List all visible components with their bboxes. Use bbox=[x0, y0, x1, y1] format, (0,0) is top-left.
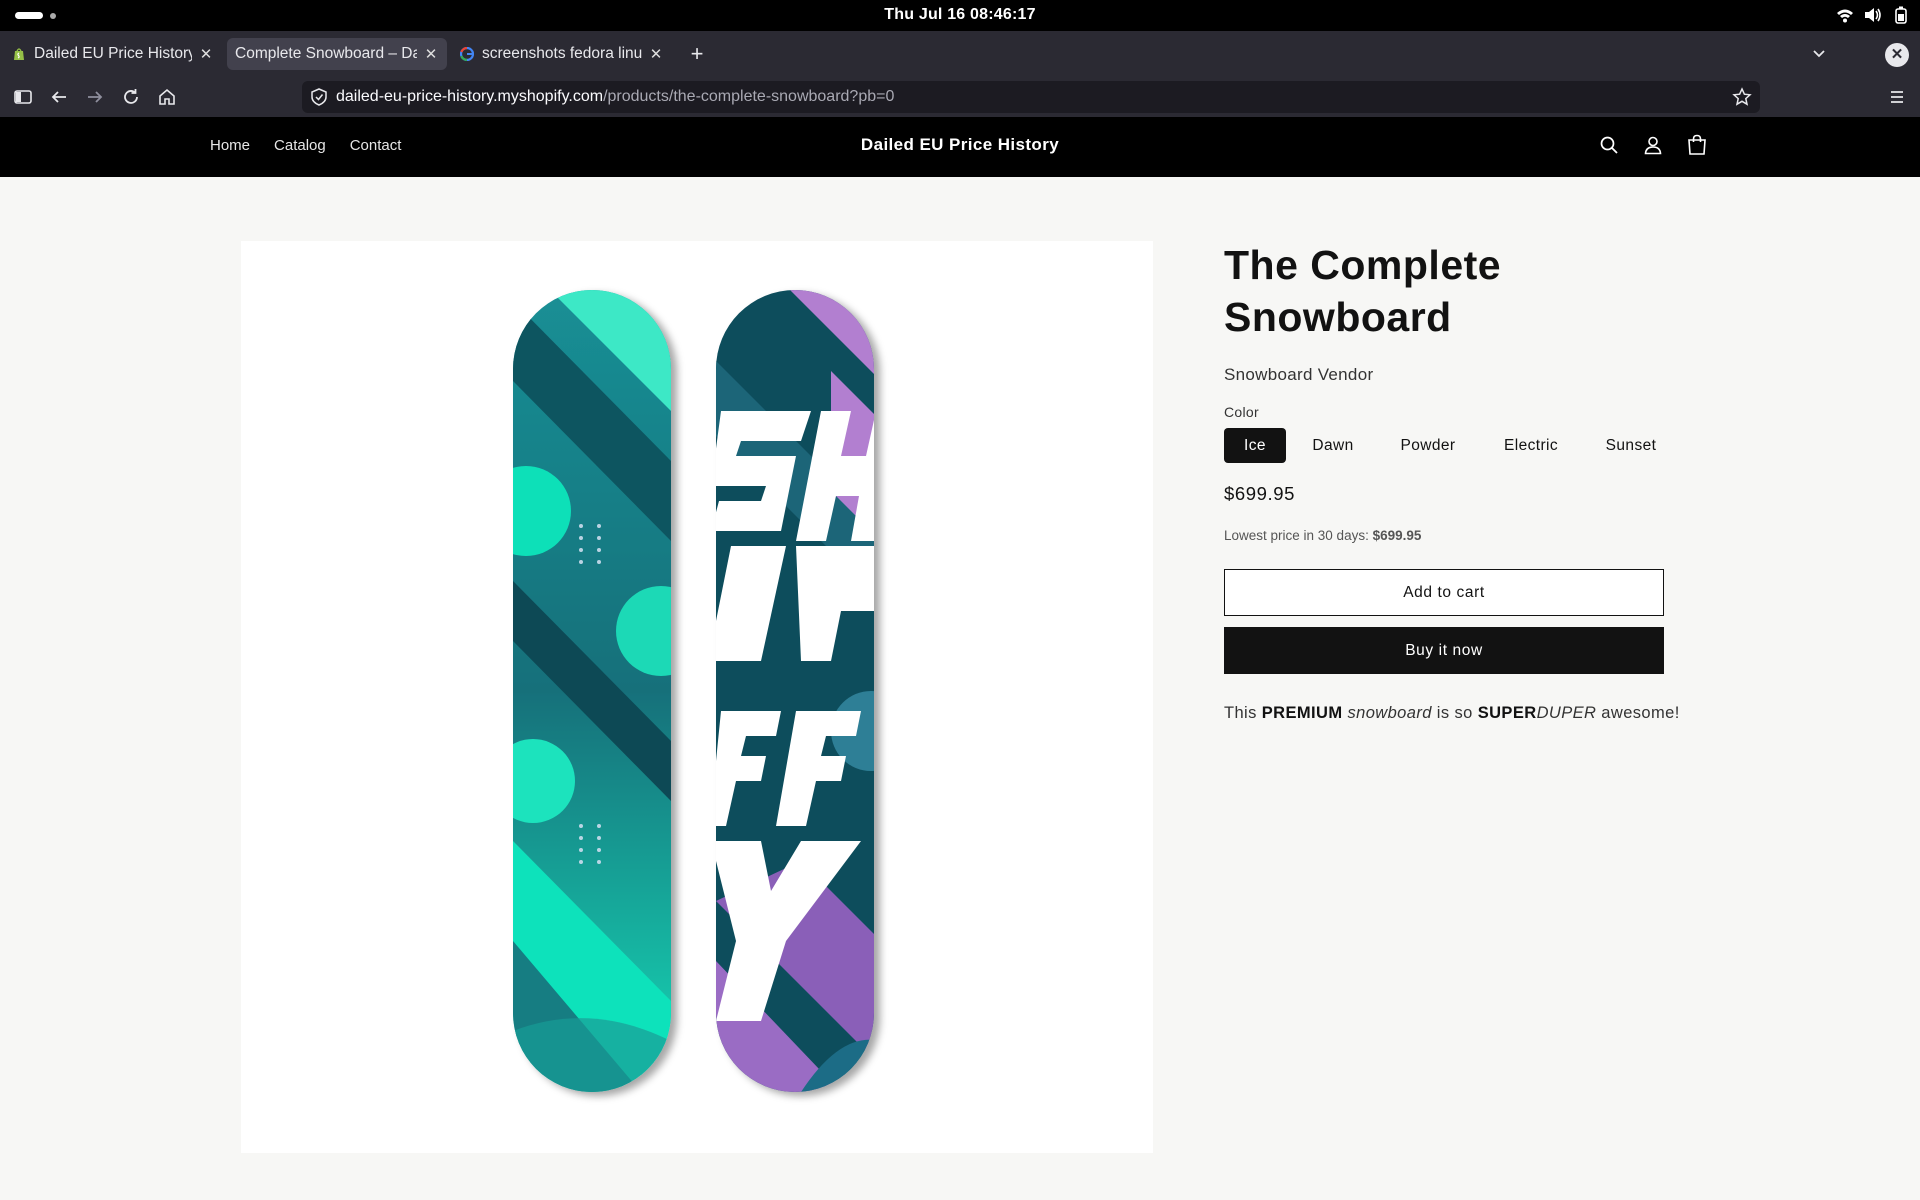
close-tab-icon[interactable]: ✕ bbox=[648, 45, 664, 63]
tab-complete-snowboard[interactable]: Complete Snowboard – Dai ✕ bbox=[227, 38, 447, 70]
lowest-price-label: Lowest price in 30 days: bbox=[1224, 528, 1369, 543]
product-price: $699.95 bbox=[1224, 483, 1296, 504]
color-option-powder[interactable]: Powder bbox=[1380, 428, 1476, 463]
new-tab-button[interactable]: + bbox=[684, 41, 710, 67]
product-image[interactable] bbox=[241, 241, 1153, 1153]
window-close-button[interactable]: ✕ bbox=[1885, 43, 1909, 67]
desc-bold: SUPER bbox=[1477, 704, 1537, 722]
color-option-ice[interactable]: Ice bbox=[1224, 428, 1286, 463]
url-host: dailed-eu-price-history.myshopify.com bbox=[336, 88, 604, 105]
product-info: The Complete Snowboard Snowboard Vendor … bbox=[1224, 239, 1684, 723]
right-snowboard bbox=[716, 290, 874, 1092]
lowest-price-value: $699.95 bbox=[1372, 528, 1422, 543]
left-snowboard bbox=[513, 290, 671, 1092]
product-description: This PREMIUM snowboard is so SUPERDUPER … bbox=[1224, 704, 1684, 723]
shield-icon[interactable] bbox=[310, 88, 328, 106]
desc-text: awesome! bbox=[1596, 704, 1680, 722]
product-title: The Complete Snowboard bbox=[1224, 242, 1502, 340]
color-label: Color bbox=[1224, 404, 1259, 420]
close-tab-icon[interactable]: ✕ bbox=[198, 45, 214, 63]
close-tab-icon[interactable]: ✕ bbox=[423, 45, 439, 63]
google-icon bbox=[459, 46, 475, 62]
tab-title: Complete Snowboard – Dai bbox=[235, 45, 417, 62]
back-arrow-icon[interactable] bbox=[47, 85, 71, 109]
color-option-electric[interactable]: Electric bbox=[1483, 428, 1579, 463]
battery-icon bbox=[1892, 6, 1910, 24]
wifi-icon bbox=[1836, 6, 1854, 24]
header-icons bbox=[1598, 133, 1708, 157]
cart-icon[interactable] bbox=[1686, 133, 1708, 157]
search-icon[interactable] bbox=[1598, 133, 1620, 157]
buy-it-now-button[interactable]: Buy it now bbox=[1224, 627, 1664, 674]
bookmark-star-icon[interactable] bbox=[1732, 87, 1752, 107]
shopify-icon bbox=[12, 47, 26, 61]
color-option-dawn[interactable]: Dawn bbox=[1293, 428, 1373, 463]
volume-icon bbox=[1864, 6, 1882, 24]
chevron-down-icon[interactable] bbox=[1808, 43, 1830, 65]
url-text[interactable]: dailed-eu-price-history.myshopify.com/pr… bbox=[336, 88, 894, 106]
browser-nav-bar: dailed-eu-price-history.myshopify.com/pr… bbox=[0, 77, 1920, 117]
tab-screenshots-fedora[interactable]: screenshots fedora linu ✕ bbox=[452, 38, 672, 70]
desc-italic: DUPER bbox=[1536, 704, 1597, 722]
tab-title: Dailed EU Price History bbox=[34, 45, 192, 62]
lowest-price: Lowest price in 30 days: $699.95 bbox=[1224, 528, 1684, 543]
desc-text: is so bbox=[1431, 704, 1478, 722]
desc-bold: PREMIUM bbox=[1261, 704, 1343, 722]
browser-tab-bar: Dailed EU Price History ✕ Complete Snowb… bbox=[0, 31, 1920, 77]
sidebar-toggle-icon[interactable] bbox=[11, 85, 35, 109]
reload-icon[interactable] bbox=[119, 85, 143, 109]
product-vendor: Snowboard Vendor bbox=[1224, 365, 1374, 384]
system-tray[interactable] bbox=[1836, 6, 1910, 24]
product-page: The Complete Snowboard Snowboard Vendor … bbox=[0, 177, 1920, 1200]
tab-dailed-eu[interactable]: Dailed EU Price History ✕ bbox=[4, 38, 222, 70]
url-bar[interactable]: dailed-eu-price-history.myshopify.com/pr… bbox=[302, 81, 1760, 113]
account-icon[interactable] bbox=[1642, 133, 1664, 157]
add-to-cart-button[interactable]: Add to cart bbox=[1224, 569, 1664, 616]
tab-title: screenshots fedora linu bbox=[482, 45, 642, 62]
hamburger-menu-icon[interactable] bbox=[1886, 86, 1908, 108]
url-path: /products/the-complete-snowboard?pb=0 bbox=[603, 88, 895, 105]
desc-italic: snowboard bbox=[1347, 704, 1432, 722]
system-clock[interactable]: Thu Jul 16 08:46:17 bbox=[0, 6, 1920, 24]
color-options: Ice Dawn Powder Electric Sunset bbox=[1224, 428, 1684, 463]
desc-text: This bbox=[1224, 704, 1262, 722]
os-top-bar: Thu Jul 16 08:46:17 bbox=[0, 0, 1920, 31]
color-option-sunset[interactable]: Sunset bbox=[1586, 428, 1676, 463]
home-icon[interactable] bbox=[155, 85, 179, 109]
forward-arrow-icon[interactable] bbox=[83, 85, 107, 109]
store-header: Home Catalog Contact Dailed EU Price His… bbox=[0, 117, 1920, 177]
